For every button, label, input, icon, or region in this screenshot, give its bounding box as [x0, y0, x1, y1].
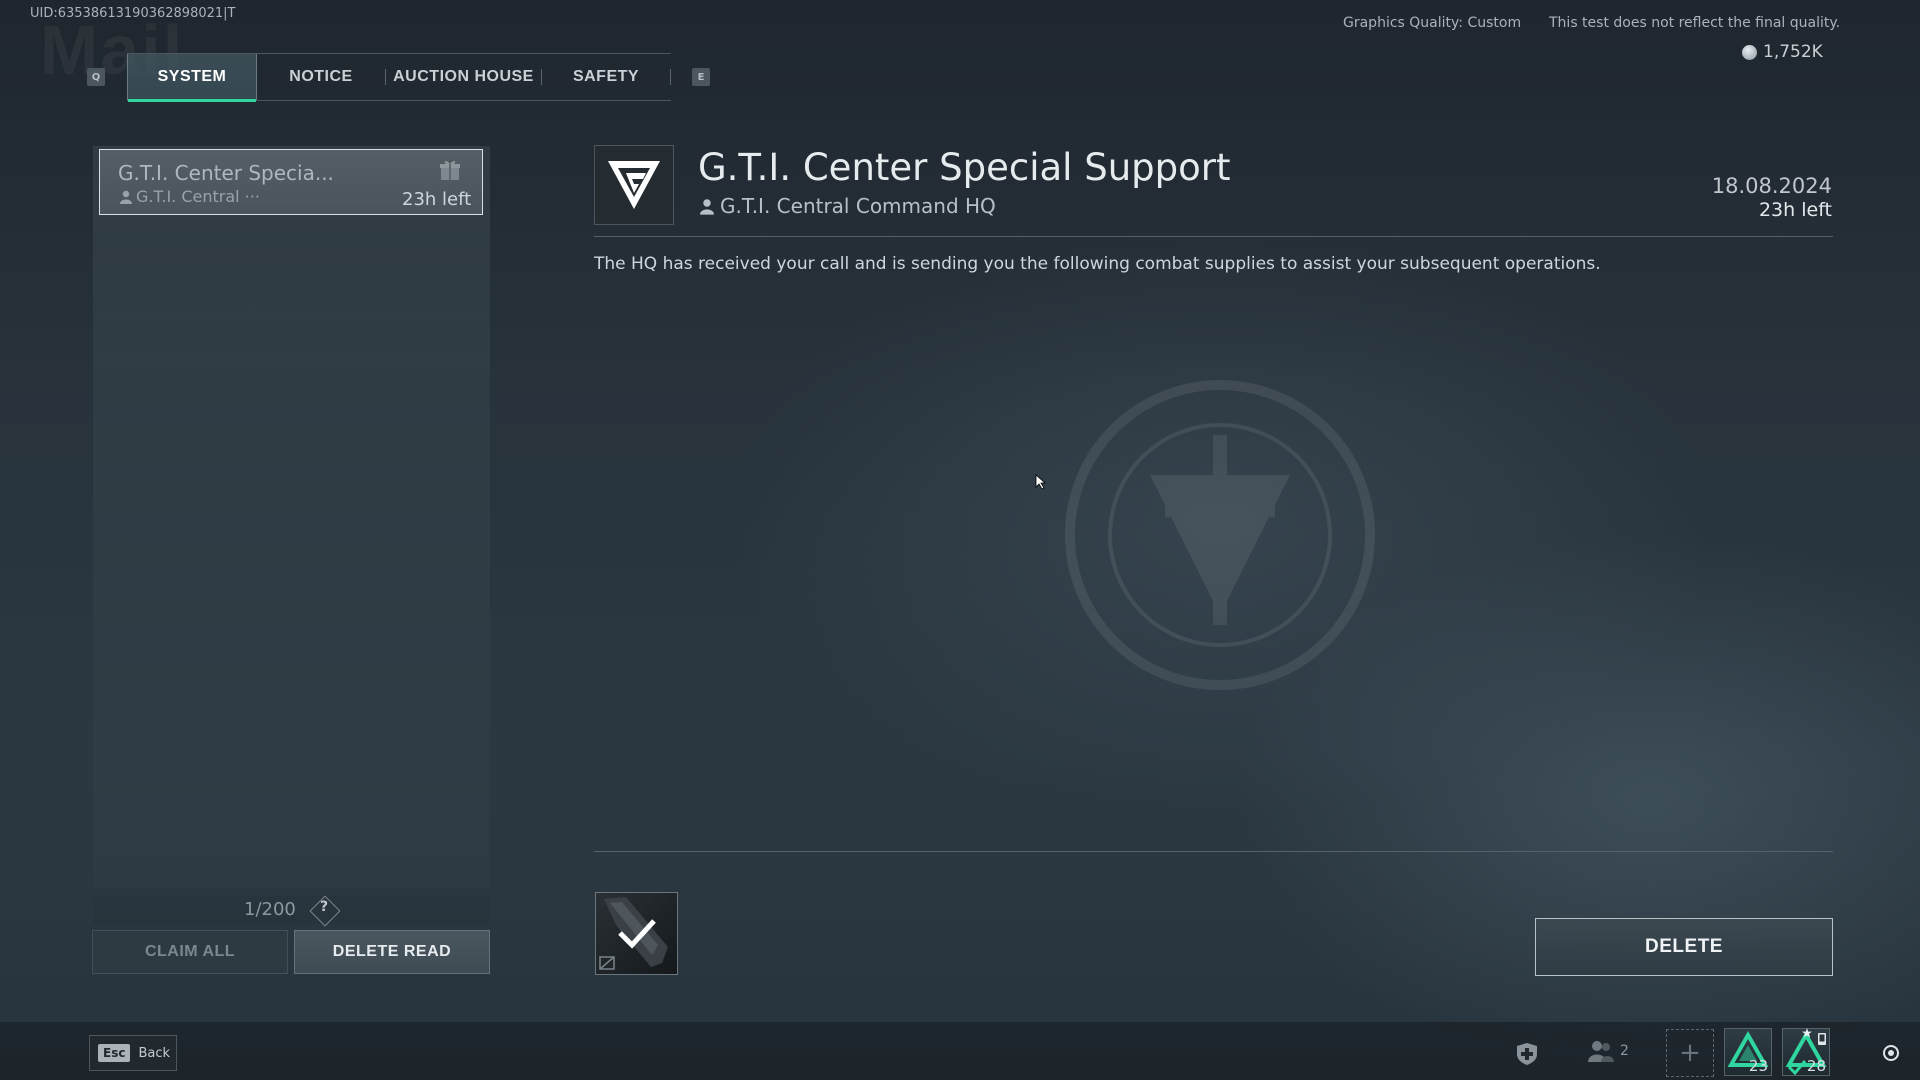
squad-slot[interactable]: 23 [1724, 1028, 1772, 1076]
tab-divider [670, 69, 671, 85]
mail-item-sender: G.T.I. Central ··· [120, 187, 260, 206]
squad-slot[interactable]: 28 [1782, 1028, 1830, 1076]
gti-logo-icon [608, 161, 660, 209]
slot-number: 28 [1806, 1057, 1826, 1075]
shield-icon[interactable] [1516, 1042, 1538, 1066]
next-tab-key-hint: E [692, 68, 710, 86]
tab-system[interactable]: SYSTEM [127, 54, 257, 102]
mail-sender: G.T.I. Central Command HQ [700, 194, 996, 218]
gift-icon [440, 160, 460, 180]
esc-key-hint: Esc [98, 1044, 131, 1062]
help-icon-glyph: ? [319, 899, 329, 915]
person-icon [700, 198, 714, 215]
mouse-cursor-icon [1035, 474, 1047, 490]
back-label: Back [138, 1045, 171, 1061]
mail-time-left: 23h left [1758, 199, 1832, 221]
back-button[interactable]: Esc Back [89, 1035, 177, 1071]
attachment-divider [594, 851, 1833, 852]
friends-indicator[interactable]: 2 [1588, 1040, 1629, 1062]
phone-icon [1818, 1033, 1826, 1045]
friends-count: 2 [1620, 1043, 1629, 1059]
mail-date: 18.08.2024 [1711, 174, 1832, 198]
graphics-quality-label: Graphics Quality: Custom [1343, 15, 1522, 31]
mail-list-panel [93, 146, 490, 888]
settings-icon[interactable] [1882, 1044, 1900, 1062]
mail-counter: 1/200 [244, 899, 296, 920]
delete-button[interactable]: DELETE [1535, 918, 1833, 976]
tab-notice[interactable]: NOTICE [257, 54, 385, 100]
weapon-attachment-icon [599, 897, 668, 970]
mail-body: The HQ has received your call and is sen… [594, 254, 1601, 274]
prev-tab-key-hint: Q [87, 68, 105, 86]
claim-all-button[interactable]: CLAIM ALL [92, 930, 288, 974]
test-notice: This test does not reflect the final qua… [1549, 15, 1841, 31]
watermark-emblem [1065, 380, 1375, 690]
currency-display: 1,752K [1742, 42, 1823, 62]
mail-sender-name: G.T.I. Central Command HQ [720, 194, 996, 218]
coin-icon [1742, 44, 1757, 60]
slot-number: 23 [1748, 1057, 1768, 1075]
sender-logo [594, 145, 674, 225]
header-divider [594, 236, 1833, 237]
mail-tabs: SYSTEM NOTICE AUCTION HOUSE SAFETY [127, 53, 671, 102]
person-icon [120, 190, 132, 204]
currency-amount: 1,752K [1763, 42, 1823, 62]
star-icon [1802, 1028, 1812, 1038]
mail-title: G.T.I. Center Special Support [698, 146, 1231, 189]
player-uid: UID:6353861319036289802​1|T [30, 6, 236, 21]
tab-safety[interactable]: SAFETY [542, 54, 670, 100]
tab-auction-house[interactable]: AUCTION HOUSE [386, 54, 541, 100]
mail-item-title: G.T.I. Center Specia... [118, 161, 334, 185]
friends-icon [1588, 1041, 1614, 1062]
mail-item-time-left: 23h left [402, 189, 472, 210]
mail-item-sender-name: G.T.I. Central ··· [136, 187, 260, 206]
bottom-bar [0, 1022, 1920, 1080]
delete-read-button[interactable]: DELETE READ [294, 930, 490, 974]
attachment-item[interactable] [595, 892, 678, 975]
add-slot-button[interactable]: + [1666, 1029, 1714, 1077]
